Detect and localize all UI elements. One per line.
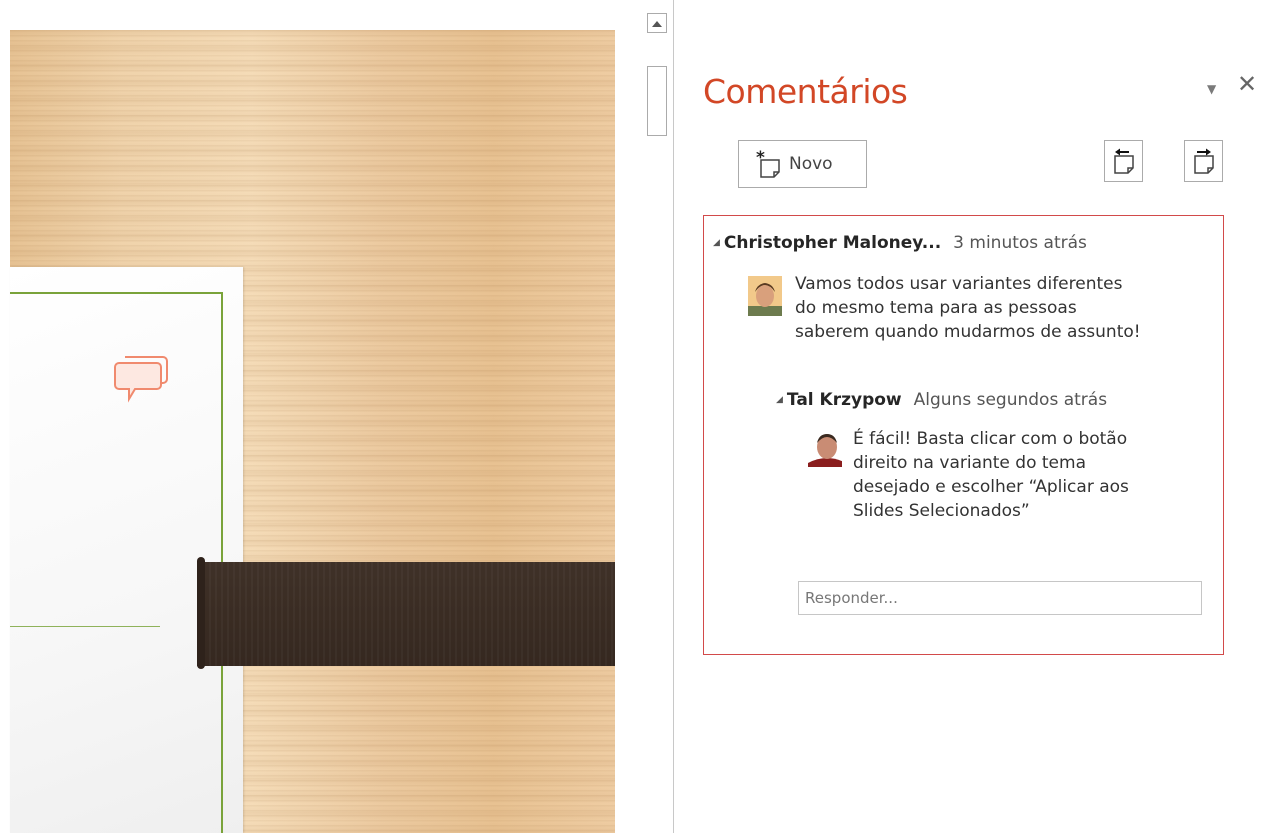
avatar (748, 276, 782, 316)
slide-divider-line (10, 626, 160, 627)
slide-canvas[interactable] (0, 0, 640, 833)
comment-header: ◢ Christopher Maloney... 3 minutos atrás (713, 233, 1087, 253)
avatar (808, 427, 842, 467)
new-comment-icon: * (756, 149, 780, 178)
comments-pane: Comentários ▼ ✕ * Novo ◢ Christopher Malo… (674, 0, 1263, 833)
comment-time: 3 minutos atrás (953, 233, 1087, 253)
scroll-up-button[interactable] (647, 13, 667, 33)
new-comment-button[interactable]: * Novo (738, 140, 867, 188)
close-icon[interactable]: ✕ (1237, 72, 1257, 96)
reply-text: É fácil! Basta clicar com o botão direit… (853, 429, 1129, 521)
comment-text: Vamos todos usar variantes diferentes do… (795, 274, 1141, 342)
slide-frame-top (10, 292, 223, 294)
reply-author[interactable]: Tal Krzypow (787, 390, 902, 410)
svg-text:*: * (756, 149, 765, 168)
collapse-triangle-icon[interactable]: ◢ (713, 238, 720, 248)
scroll-thumb[interactable] (647, 66, 667, 136)
next-comment-icon (1193, 148, 1214, 174)
reply-time: Alguns segundos atrás (913, 390, 1108, 410)
comment-author[interactable]: Christopher Maloney... (724, 233, 941, 253)
comment-marker-icon[interactable] (113, 351, 173, 406)
new-comment-label: Novo (789, 154, 833, 174)
comment-thread[interactable]: ◢ Christopher Maloney... 3 minutos atrás V… (703, 215, 1224, 655)
slide-dark-bar-cap (197, 557, 205, 669)
next-comment-button[interactable] (1184, 140, 1223, 182)
pane-title: Comentários (703, 72, 908, 111)
reply-input[interactable] (798, 581, 1202, 615)
slide-dark-bar (197, 562, 615, 666)
reply-header: ◢ Tal Krzypow Alguns segundos atrás (776, 390, 1107, 410)
previous-comment-button[interactable] (1104, 140, 1143, 182)
vertical-scrollbar[interactable] (642, 0, 674, 833)
collapse-triangle-icon[interactable]: ◢ (776, 395, 783, 405)
arrow-up-icon (652, 20, 662, 27)
previous-comment-icon (1113, 148, 1134, 174)
pane-options-dropdown-icon[interactable]: ▼ (1207, 82, 1216, 96)
